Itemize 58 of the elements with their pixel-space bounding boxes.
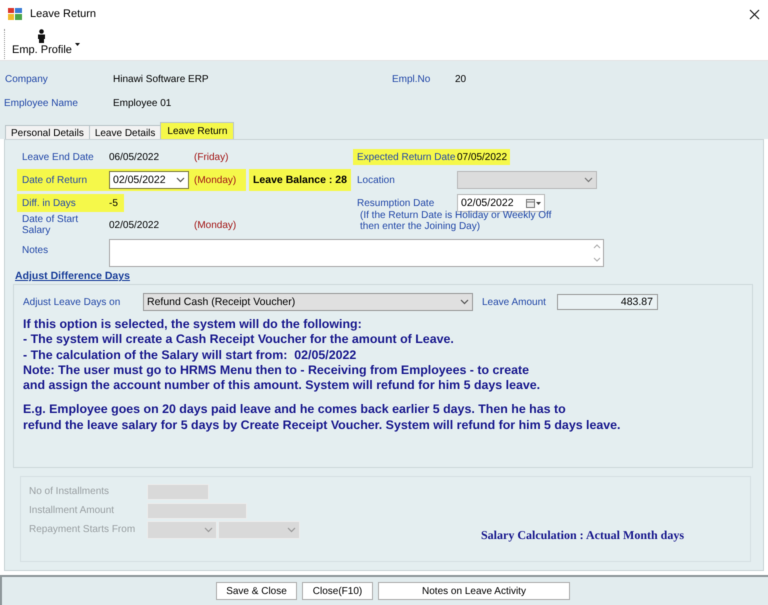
field-label: Leave End Date: [21, 150, 95, 164]
field-value: -5: [109, 194, 124, 212]
amount-field[interactable]: 483.87: [557, 294, 658, 310]
tab[interactable]: Leave Details: [88, 125, 162, 139]
chevron-down-icon: [584, 177, 593, 183]
chevron-down-icon: [287, 526, 296, 532]
tab[interactable]: Personal Details: [5, 125, 90, 139]
close-icon[interactable]: [749, 8, 760, 20]
window-title: Leave Return: [30, 8, 98, 20]
action-button[interactable]: Save & Close: [216, 582, 297, 600]
field-label: Leave Amount: [482, 296, 547, 308]
caret-icon: [74, 43, 80, 46]
date-dropdown[interactable]: 02/05/2022: [109, 171, 189, 189]
field-label: Empl.No: [392, 74, 432, 84]
hint-text: (If the Return Date is Holiday or Weekly Off then enter the Joining Day): [359, 210, 552, 232]
field-value: Hinawi Software ERP: [113, 74, 210, 84]
adjust-difference-link[interactable]: Adjust Difference Days: [15, 270, 130, 282]
field-value: 06/05/2022: [109, 150, 160, 164]
field-label: Adjust Leave Days on: [23, 296, 122, 308]
field-label: Resumption Date: [356, 196, 436, 210]
field-label: Company: [4, 74, 49, 84]
field-value: Employee 01: [113, 98, 172, 108]
day-name: (Monday): [194, 169, 246, 191]
day-name: (Friday): [194, 150, 230, 164]
field-value: 02/05/2022: [109, 218, 160, 232]
dropdown[interactable]: [147, 520, 217, 538]
field-label: No of Installments: [29, 486, 110, 497]
emp-profile-button[interactable]: Emp. Profile: [4, 29, 80, 59]
field-label: Notes: [21, 244, 50, 258]
person-icon: [37, 29, 46, 43]
calendar-icon: [526, 198, 535, 208]
action-button[interactable]: Notes on Leave Activity: [378, 582, 570, 600]
leave-balance: Leave Balance : 28: [249, 169, 351, 191]
field-label: Location: [356, 174, 396, 188]
action-button[interactable]: Close(F10): [302, 582, 373, 600]
chevron-down-icon: [204, 526, 213, 532]
field-label: Expected Return Date: [353, 149, 457, 165]
chevron-down-icon: [460, 299, 469, 305]
field-label: Installment Amount: [29, 505, 116, 516]
field-label: Repayment Starts From: [29, 524, 136, 535]
field-value: 20: [455, 74, 466, 84]
adjust-dropdown[interactable]: Refund Cash (Receipt Voucher): [143, 293, 473, 311]
chevron-down-icon: [176, 177, 185, 183]
salary-calculation-text: Salary Calculation : Actual Month days: [481, 528, 684, 544]
caret-icon: [536, 202, 541, 204]
explanation-text: E.g. Employee goes on 20 days paid leave and he comes back earlier 5 days. Then he has to refund the leave salary for 5 days by Create Receipt Voucher. System will refund for him 5 days leave.: [23, 402, 622, 434]
field-label: Employee Name: [3, 98, 79, 108]
explanation-text: If this option is selected, the system will do the following: - The system will create a Cash Receipt Voucher for the amount of Leave. - The calculation of the Salary will start from: 02/05/2022 Note: The user must go to HRMS Menu then to - Receiving from Employees - to create and assign the account number of this amount. System will refund for him 5 days leave.: [23, 317, 542, 394]
app-icon: [8, 8, 22, 20]
day-name: (Monday): [194, 218, 238, 232]
date-picker[interactable]: 02/05/2022: [457, 194, 545, 212]
field-label: Date of Start Salary: [21, 213, 80, 237]
tab[interactable]: Leave Return: [160, 122, 234, 139]
field-label: Date of Return: [17, 169, 109, 191]
notes-field[interactable]: [109, 239, 604, 267]
field-label: Diff. in Days: [17, 194, 109, 212]
dropdown[interactable]: [218, 520, 300, 538]
field-value: 07/05/2022: [457, 149, 510, 165]
